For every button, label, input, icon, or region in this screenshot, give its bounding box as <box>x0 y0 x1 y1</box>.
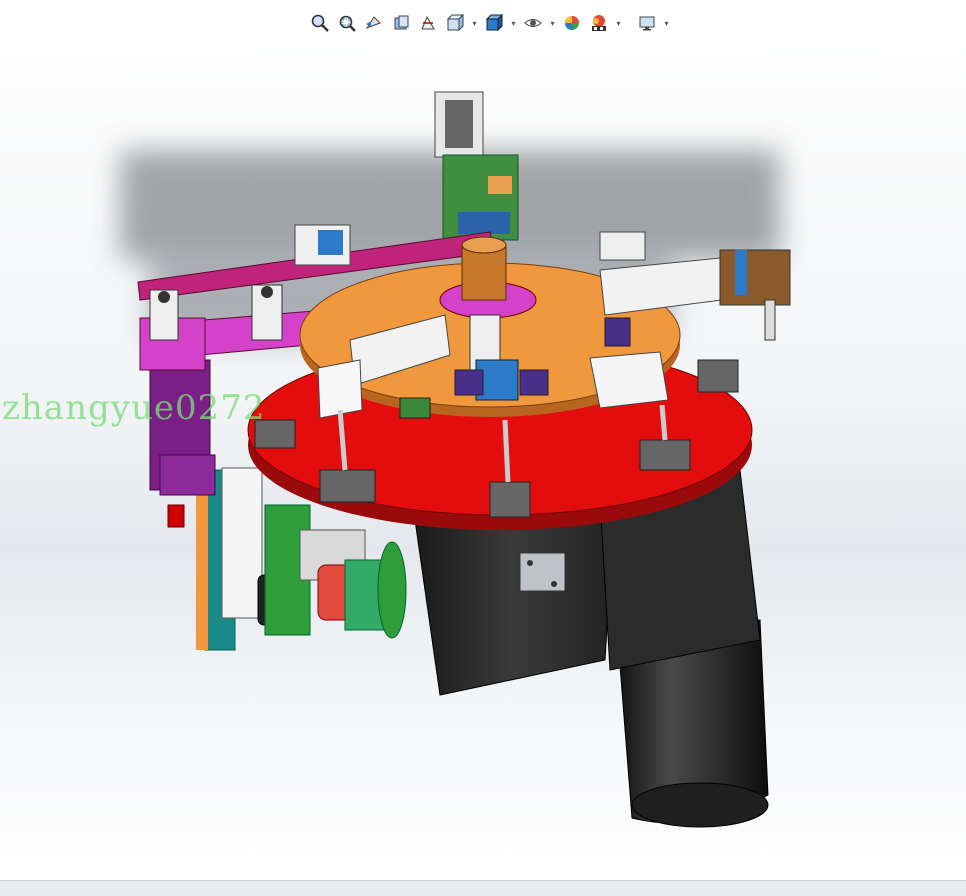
left-post[interactable] <box>149 359 216 496</box>
hide-show-items-icon[interactable] <box>521 11 545 35</box>
zoom-to-area-icon[interactable] <box>335 11 359 35</box>
bottom-status-strip <box>0 880 966 896</box>
heads-up-view-toolbar: ▾ ▾ ▾ ▾ ▾ <box>308 8 671 38</box>
apply-scene-dropdown-icon[interactable]: ▾ <box>614 11 623 35</box>
view-orientation-icon[interactable] <box>443 11 467 35</box>
view-settings-dropdown-icon[interactable]: ▾ <box>662 11 671 35</box>
display-style-dropdown-icon[interactable]: ▾ <box>509 11 518 35</box>
zoom-to-fit-icon[interactable] <box>308 11 332 35</box>
apply-scene-icon[interactable] <box>587 11 611 35</box>
section-view-icon[interactable] <box>389 11 413 35</box>
dynamic-annotation-icon[interactable] <box>416 11 440 35</box>
graphics-viewport[interactable]: ▾ ▾ ▾ ▾ ▾ zhangyue0272 <box>0 0 966 880</box>
view-orientation-dropdown-icon[interactable]: ▾ <box>470 11 479 35</box>
edit-appearance-icon[interactable] <box>560 11 584 35</box>
view-settings-icon[interactable] <box>635 11 659 35</box>
previous-view-icon[interactable] <box>362 11 386 35</box>
hide-show-dropdown-icon[interactable]: ▾ <box>548 11 557 35</box>
assembly-model[interactable] <box>0 0 966 880</box>
top-column[interactable] <box>434 91 519 241</box>
display-style-icon[interactable] <box>482 11 506 35</box>
